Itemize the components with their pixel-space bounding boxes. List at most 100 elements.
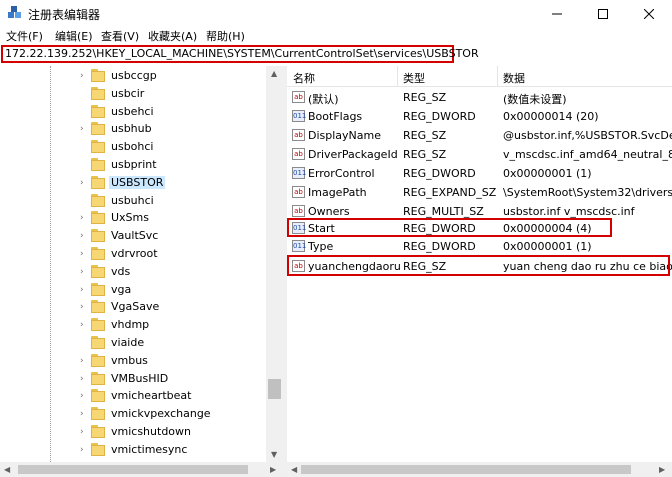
scroll-right-icon[interactable]: ▶ (659, 465, 665, 474)
address-path[interactable]: 172.22.139.252\HKEY_LOCAL_MACHINE\SYSTEM… (5, 47, 479, 60)
list-hscroll-thumb[interactable] (301, 465, 631, 474)
expand-chevron-icon[interactable]: › (80, 267, 84, 277)
tree-item[interactable]: › vmickvpexchange (0, 405, 266, 423)
value-row[interactable]: ab (默认) REG_SZ (数值未设置) (287, 88, 672, 107)
tree-item[interactable]: usbprint (0, 156, 266, 174)
scroll-left-icon[interactable]: ◀ (4, 465, 10, 474)
value-row[interactable]: ab DriverPackageId REG_SZ v_mscdsc.inf_amd6… (287, 145, 672, 164)
scroll-down-icon[interactable]: ▼ (271, 450, 277, 459)
tree-horizontal-scrollbar[interactable]: ◀ ▶ (0, 462, 283, 477)
tree-item-label[interactable]: vga (109, 283, 133, 296)
expand-chevron-icon[interactable]: › (80, 302, 84, 312)
tree-item[interactable]: › VgaSave (0, 298, 266, 316)
column-divider[interactable] (497, 66, 498, 86)
tree-item-label[interactable]: vdrvroot (109, 247, 160, 260)
value-row[interactable]: ab ImagePath REG_EXPAND_SZ \SystemRoot\Syst… (287, 183, 672, 202)
tree-item-label[interactable]: usbhub (109, 122, 154, 135)
maximize-button[interactable] (580, 0, 626, 28)
expand-chevron-icon[interactable]: › (80, 391, 84, 401)
expand-chevron-icon[interactable]: › (80, 71, 84, 81)
value-row[interactable]: ab DisplayName REG_SZ @usbstor.inf,%USBSTOR… (287, 126, 672, 145)
expand-chevron-icon[interactable]: › (80, 409, 84, 419)
tree-item[interactable]: › vmicshutdown (0, 423, 266, 441)
tree-item[interactable]: › vmicheartbeat (0, 387, 266, 405)
key-tree[interactable]: › usbccgp usbcir usbehci › usbhub usbohci usbpr… (0, 66, 283, 462)
tree-item[interactable]: › VMBusHID (0, 370, 266, 388)
folder-icon (91, 247, 105, 260)
tree-item[interactable]: viaide (0, 334, 266, 352)
tree-item[interactable]: › usbccgp (0, 67, 266, 85)
menu-help[interactable]: 帮助(H) (206, 28, 245, 44)
tree-item-label[interactable]: UxSms (109, 211, 151, 224)
column-name[interactable]: 名称 (293, 70, 315, 86)
expand-chevron-icon[interactable]: › (80, 231, 84, 241)
list-horizontal-scrollbar[interactable]: ◀ ▶ (287, 462, 672, 477)
value-name: DisplayName (308, 129, 381, 142)
expand-chevron-icon[interactable]: › (80, 427, 84, 437)
column-type[interactable]: 类型 (403, 70, 425, 86)
scroll-up-icon[interactable]: ▲ (271, 69, 277, 78)
tree-item-label[interactable]: VMBusHID (109, 372, 170, 385)
tree-item-label[interactable]: vmicheartbeat (109, 389, 193, 402)
tree-item[interactable]: › vmictimesync (0, 441, 266, 459)
tree-item[interactable]: › vhdmp (0, 316, 266, 334)
menu-edit[interactable]: 编辑(E) (55, 28, 93, 44)
tree-item[interactable]: usbehci (0, 103, 266, 121)
yuanchengdaoru-row-highlight-box (287, 255, 670, 276)
minimize-button[interactable] (534, 0, 580, 28)
expand-chevron-icon[interactable]: › (80, 124, 84, 134)
column-divider[interactable] (397, 66, 398, 86)
tree-item-label[interactable]: VaultSvc (109, 229, 160, 242)
expand-chevron-icon[interactable]: › (80, 285, 84, 295)
tree-item[interactable]: › vdrvroot (0, 245, 266, 263)
tree-item-label[interactable]: usbcir (109, 87, 146, 100)
value-type: REG_DWORD (403, 110, 476, 123)
tree-item-label[interactable]: vmicshutdown (109, 425, 193, 438)
menu-view[interactable]: 查看(V) (101, 28, 139, 44)
menu-file[interactable]: 文件(F) (6, 28, 43, 44)
tree-item[interactable]: › vga (0, 281, 266, 299)
address-bar[interactable]: 172.22.139.252\HKEY_LOCAL_MACHINE\SYSTEM… (0, 44, 672, 67)
value-row[interactable]: 011 Type REG_DWORD 0x00000001 (1) (287, 237, 672, 256)
scroll-left-icon[interactable]: ◀ (291, 465, 297, 474)
tree-item[interactable]: › vmbus (0, 352, 266, 370)
tree-item-label[interactable]: vmbus (109, 354, 150, 367)
tree-item[interactable]: usbcir (0, 85, 266, 103)
tree-vertical-scrollbar[interactable]: ▲ ▼ (266, 66, 283, 462)
scroll-right-icon[interactable]: ▶ (270, 465, 276, 474)
tree-scroll-thumb[interactable] (268, 379, 281, 399)
tree-item-label[interactable]: vmictimesync (109, 443, 189, 456)
expand-chevron-icon[interactable]: › (80, 320, 84, 330)
expand-chevron-icon[interactable]: › (80, 356, 84, 366)
tree-item-label[interactable]: USBSTOR (109, 175, 166, 189)
value-row[interactable]: 011 ErrorControl REG_DWORD 0x00000001 (1) (287, 164, 672, 183)
tree-item[interactable]: usbohci (0, 138, 266, 156)
tree-item-label[interactable]: VgaSave (109, 300, 161, 313)
tree-item[interactable]: › vds (0, 263, 266, 281)
expand-chevron-icon[interactable]: › (80, 374, 84, 384)
close-button[interactable] (626, 0, 672, 28)
value-row[interactable]: 011 BootFlags REG_DWORD 0x00000014 (20) (287, 107, 672, 126)
tree-item-label[interactable]: vmickvpexchange (109, 407, 213, 420)
menu-favorites[interactable]: 收藏夹(A) (148, 28, 197, 44)
tree-item-label[interactable]: usbccgp (109, 69, 159, 82)
tree-item-label[interactable]: usbehci (109, 105, 156, 118)
tree-item[interactable]: › VaultSvc (0, 227, 266, 245)
expand-chevron-icon[interactable]: › (80, 249, 84, 259)
tree-item-label[interactable]: viaide (109, 336, 146, 349)
binary-value-icon: 011 (292, 167, 307, 179)
tree-item-label[interactable]: vhdmp (109, 318, 151, 331)
expand-chevron-icon[interactable]: › (80, 213, 84, 223)
tree-item-label[interactable]: usbuhci (109, 194, 156, 207)
tree-item-label[interactable]: vds (109, 265, 132, 278)
tree-item[interactable]: › UxSms (0, 209, 266, 227)
tree-item-label[interactable]: usbprint (109, 158, 159, 171)
tree-item-label[interactable]: usbohci (109, 140, 156, 153)
expand-chevron-icon[interactable]: › (80, 178, 84, 188)
tree-item[interactable]: › USBSTOR (0, 174, 266, 192)
tree-hscroll-thumb[interactable] (18, 465, 248, 474)
expand-chevron-icon[interactable]: › (80, 445, 84, 455)
tree-item[interactable]: usbuhci (0, 192, 266, 210)
tree-item[interactable]: › usbhub (0, 120, 266, 138)
column-data[interactable]: 数据 (503, 70, 525, 86)
